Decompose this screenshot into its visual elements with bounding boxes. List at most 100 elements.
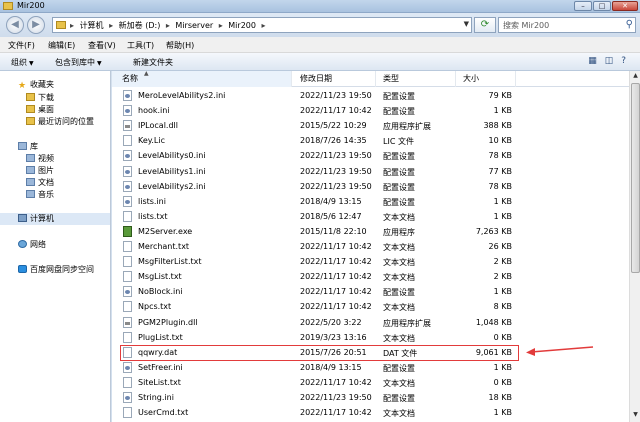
scroll-thumb[interactable]: [631, 83, 640, 273]
table-row[interactable]: LevelAbilitys2.ini 2022/11/23 19:50 配置设置 78…: [112, 179, 629, 194]
table-row[interactable]: lists.ini 2018/4/9 13:15 配置设置 1 KB: [112, 194, 629, 209]
nav-pictures[interactable]: 图片: [26, 165, 54, 176]
table-row[interactable]: M2Server.exe 2015/11/8 22:10 应用程序 7,263 KB: [112, 224, 629, 239]
column-type[interactable]: 类型: [376, 71, 456, 87]
search-icon[interactable]: ⚲: [626, 19, 633, 30]
table-row[interactable]: SiteList.txt 2022/11/17 10:42 文本文档 0 KB: [112, 375, 629, 390]
file-size: 8 KB: [493, 302, 512, 312]
table-row[interactable]: String.ini 2022/11/23 19:50 配置设置 18 KB: [112, 390, 629, 405]
nav-libraries[interactable]: 库: [18, 141, 38, 152]
table-row[interactable]: IPLocal.dll 2015/5/22 10:29 应用程序扩展 388 KB: [112, 118, 629, 133]
refresh-button[interactable]: ⟳: [474, 17, 496, 33]
file-date: 2022/11/23 19:50: [300, 393, 372, 402]
file-size: 2 KB: [493, 272, 512, 282]
file-type: 配置设置: [383, 182, 415, 192]
table-row[interactable]: LevelAbilitys1.ini 2022/11/23 19:50 配置设置 77…: [112, 164, 629, 179]
file-name: Merchant.txt: [138, 242, 190, 251]
videos-icon: [26, 154, 35, 162]
annotation-arrow: [526, 346, 594, 356]
forward-button[interactable]: ▶: [27, 16, 45, 34]
file-date: 2022/11/17 10:42: [300, 408, 372, 418]
nav-baidu-sync[interactable]: 百度网盘同步空间: [18, 264, 94, 275]
star-icon: ★: [18, 81, 27, 91]
nav-desktop[interactable]: 桌面: [26, 104, 54, 115]
breadcrumb-mirserver[interactable]: Mirserver: [175, 21, 213, 30]
nav-network[interactable]: 网络: [18, 239, 46, 250]
close-button[interactable]: ✕: [612, 1, 638, 11]
file-type: 文本文档: [383, 273, 415, 283]
file-type: 配置设置: [383, 288, 415, 298]
file-size: 78 KB: [488, 181, 512, 191]
breadcrumb-mir200[interactable]: Mir200: [228, 21, 256, 30]
nav-recent-places[interactable]: 最近访问的位置: [26, 116, 94, 127]
file-type: 配置设置: [383, 92, 415, 101]
scroll-down-icon[interactable]: ▼: [631, 411, 640, 421]
minimize-button[interactable]: –: [574, 1, 592, 11]
table-row[interactable]: lists.txt 2018/5/6 12:47 文本文档 1 KB: [112, 209, 629, 224]
search-input[interactable]: 搜索 Mir200 ⚲: [498, 17, 636, 33]
table-row[interactable]: Key.Lic 2018/7/26 14:35 LIC 文件 10 KB: [112, 133, 629, 148]
title-bar: Mir200 – □ ✕: [0, 0, 640, 13]
file-name: NoBlock.ini: [138, 287, 183, 297]
table-row[interactable]: MsgFilterList.txt 2022/11/17 10:42 文本文档 2 K…: [112, 254, 629, 269]
address-bar[interactable]: ▸ 计算机 ▸ 新加卷 (D:) ▸ Mirserver ▸ Mir200 ▸ …: [52, 17, 472, 33]
menu-help[interactable]: 帮助(H): [166, 40, 194, 51]
preview-pane-icon[interactable]: ◫: [605, 56, 622, 66]
downloads-folder-icon: [26, 93, 35, 101]
nav-music[interactable]: 音乐: [26, 189, 54, 200]
back-button[interactable]: ◀: [6, 16, 24, 34]
nav-computer[interactable]: 计算机: [0, 213, 110, 225]
menu-file[interactable]: 文件(F): [8, 40, 35, 51]
table-row[interactable]: hook.ini 2022/11/17 10:42 配置设置 1 KB: [112, 103, 629, 118]
table-row[interactable]: MeroLevelAbilitys2.ini 2022/11/23 19:50 配置…: [112, 88, 629, 103]
include-in-library-button[interactable]: 包含到库中 ▼: [55, 57, 102, 68]
nav-downloads[interactable]: 下载: [26, 92, 54, 103]
file-date: 2022/5/20 3:22: [300, 317, 362, 327]
file-size: 7,263 KB: [475, 226, 512, 236]
table-row[interactable]: NoBlock.ini 2022/11/17 10:42 配置设置 1 KB: [112, 284, 629, 299]
file-date: 2015/11/8 22:10: [300, 226, 367, 236]
computer-icon: [18, 214, 27, 222]
column-date[interactable]: 修改日期: [292, 71, 376, 87]
breadcrumb-computer[interactable]: 计算机: [80, 21, 104, 30]
maximize-button[interactable]: □: [593, 1, 611, 11]
column-size[interactable]: 大小: [456, 71, 516, 87]
nav-videos[interactable]: 视频: [26, 153, 54, 164]
file-name: IPLocal.dll: [138, 121, 178, 131]
ini-file-icon: [123, 165, 132, 177]
file-size: 1 KB: [493, 106, 512, 116]
file-date: 2022/11/23 19:50: [300, 166, 372, 176]
table-row[interactable]: MsgList.txt 2022/11/17 10:42 文本文档 2 KB: [112, 269, 629, 284]
vertical-scrollbar[interactable]: ▲ ▼: [629, 71, 640, 422]
file-name: LevelAbilitys2.ini: [138, 181, 206, 191]
nav-documents[interactable]: 文档: [26, 177, 54, 188]
dll-file-icon: [123, 316, 132, 328]
scroll-up-icon[interactable]: ▲: [631, 72, 640, 82]
ini-file-icon: [123, 361, 132, 373]
table-row[interactable]: LevelAbilitys0.ini 2022/11/23 19:50 配置设置 78…: [112, 148, 629, 163]
network-icon: [18, 240, 27, 248]
new-folder-button[interactable]: 新建文件夹: [133, 57, 173, 68]
chevron-down-icon[interactable]: ▼: [464, 20, 469, 28]
table-row[interactable]: UserCmd.txt 2022/11/17 10:42 文本文档 1 KB: [112, 405, 629, 420]
music-icon: [26, 190, 35, 198]
breadcrumb-drive[interactable]: 新加卷 (D:): [119, 21, 161, 30]
file-date: 2018/4/9 13:15: [300, 362, 362, 372]
organize-button[interactable]: 组织 ▼: [11, 57, 34, 68]
table-row[interactable]: Npcs.txt 2022/11/17 10:42 文本文档 8 KB: [112, 299, 629, 314]
menu-tools[interactable]: 工具(T): [127, 40, 154, 51]
file-type: 配置设置: [383, 167, 415, 177]
table-row[interactable]: Merchant.txt 2022/11/17 10:42 文本文档 26 KB: [112, 239, 629, 254]
file-date: 2022/11/23 19:50: [300, 181, 372, 191]
column-name[interactable]: ▲ 名称: [112, 70, 292, 87]
table-row[interactable]: PGM2Plugin.dll 2022/5/20 3:22 应用程序扩展 1,048 …: [112, 315, 629, 330]
sort-up-icon: ▲: [144, 70, 149, 77]
nav-favorites[interactable]: ★ 收藏夹: [18, 79, 54, 91]
menu-edit[interactable]: 编辑(E): [48, 40, 75, 51]
file-type: 配置设置: [383, 394, 415, 403]
help-icon[interactable]: ?: [621, 56, 634, 66]
menu-view[interactable]: 查看(V): [88, 40, 116, 51]
view-options-icon[interactable]: ▦: [588, 56, 605, 66]
table-row[interactable]: SetFreer.ini 2018/4/9 13:15 配置设置 1 KB: [112, 360, 629, 375]
file-name: SiteList.txt: [138, 377, 181, 387]
